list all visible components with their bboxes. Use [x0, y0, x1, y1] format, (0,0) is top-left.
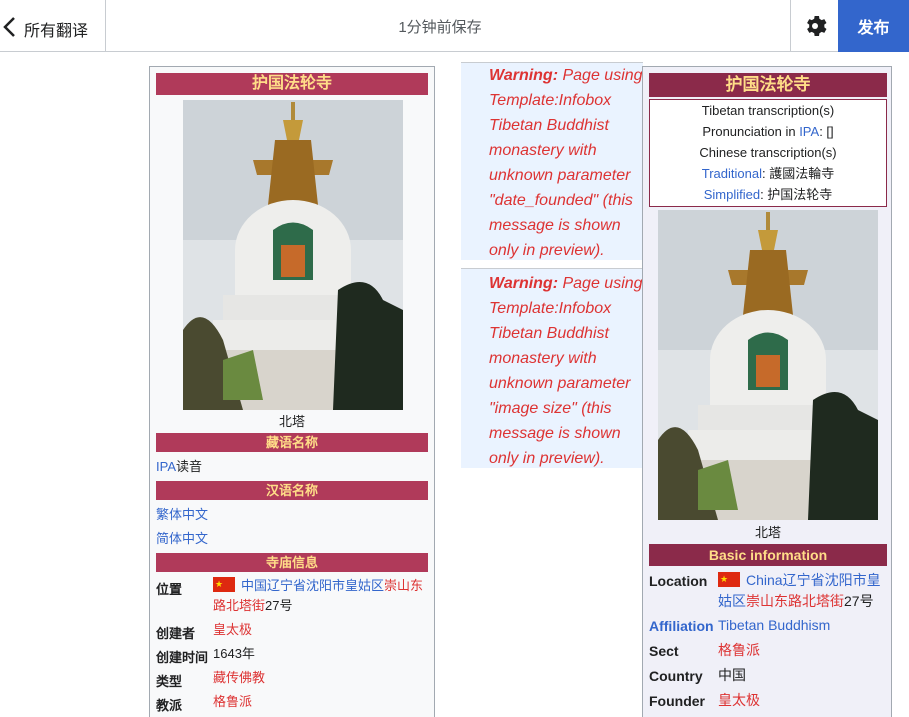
sect-link[interactable]: 格鲁派 [213, 692, 252, 712]
location-label: 位置 [156, 582, 183, 597]
pagoda-image[interactable] [658, 210, 878, 520]
founder-link[interactable]: 皇太极 [213, 620, 252, 640]
back-to-translations-button[interactable]: 所有翻译 [0, 0, 106, 52]
top-toolbar: 所有翻译 1分钟前保存 发布 [0, 0, 909, 52]
chevron-left-icon [3, 17, 15, 37]
type-link[interactable]: 藏传佛教 [213, 668, 265, 688]
traditional-link[interactable]: Traditional [702, 166, 762, 181]
location-red-link[interactable]: 崇山东路北塔街 [746, 593, 844, 609]
temple-info-header: 寺庙信息 [156, 553, 428, 572]
warning-box-image-size: Warning: Page using Template:Infobox Tib… [461, 268, 643, 468]
founder-link[interactable]: 皇太极 [718, 690, 760, 711]
basic-information-header: Basic information [649, 544, 887, 566]
sect-label: 教派 [156, 698, 183, 713]
traditional-value: : 護國法輪寺 [761, 166, 835, 181]
tibetan-name-header: 藏语名称 [156, 433, 428, 452]
warning-text: Warning: Page using Template:Infobox Tib… [489, 63, 649, 263]
warning-label: Warning: [489, 275, 559, 292]
pronunciation-suffix: : [] [819, 124, 834, 139]
traditional-row: Traditional: 護國法輪寺 [650, 163, 886, 184]
warning-message: Page using Template:Infobox Tibetan Budd… [489, 275, 643, 467]
transcriptions-box: Tibetan transcription(s) Pronunciation i… [649, 99, 887, 207]
chinese-transcription-heading: Chinese transcription(s) [699, 145, 837, 160]
location-value: 中国辽宁省沈阳市皇姑区崇山东路北塔街27号 [213, 574, 428, 616]
pronunciation-prefix: Pronunciation in [702, 124, 800, 139]
image-caption: 北塔 [278, 414, 305, 429]
ipa-link[interactable]: IPA [156, 459, 176, 474]
china-flag-icon [718, 569, 740, 590]
infobox-title: 护国法轮寺 [156, 73, 428, 95]
founded-label: 创建时间 [156, 650, 209, 665]
warning-text: Warning: Page using Template:Infobox Tib… [489, 271, 649, 471]
founder-label: Founder [649, 693, 705, 709]
founder-label: 创建者 [156, 626, 196, 641]
ipa-row: IPA读音 [156, 459, 202, 475]
founded-value: 1643年 [213, 646, 255, 661]
affiliation-label[interactable]: Affiliation [649, 618, 714, 634]
affiliation-link[interactable]: Tibetan Buddhism [718, 615, 830, 636]
location-label: Location [649, 573, 708, 589]
save-status: 1分钟前保存 [398, 19, 482, 36]
sect-link[interactable]: 格鲁派 [718, 640, 760, 661]
location-value: China辽宁省沈阳市皇姑区崇山东路北塔街27号 [718, 569, 888, 612]
location-suffix: 27号 [265, 598, 293, 613]
warning-message: Page using Template:Infobox Tibetan Budd… [489, 67, 643, 259]
type-label: 类型 [156, 674, 183, 689]
infobox-title: 护国法轮寺 [649, 73, 887, 97]
traditional-chinese-link[interactable]: 繁体中文 [156, 507, 208, 523]
simplified-link[interactable]: Simplified [704, 187, 760, 202]
publish-button[interactable]: 发布 [838, 0, 909, 52]
chinese-name-header: 汉语名称 [156, 481, 428, 500]
back-label: 所有翻译 [24, 23, 89, 40]
location-link[interactable]: 中国辽宁省沈阳市皇姑区 [241, 578, 384, 593]
pagoda-image[interactable] [183, 100, 403, 410]
pronunciation-row: Pronunciation in IPA: [] [650, 121, 886, 142]
location-suffix: 27号 [844, 593, 874, 609]
sect-label: Sect [649, 643, 679, 659]
country-value: 中国 [718, 667, 746, 683]
warning-label: Warning: [489, 67, 559, 84]
infobox-chinese: 护国法轮寺 北塔 藏语名称 IPA读音 汉语名称 繁体中文 简体中文 寺庙信息 … [149, 66, 435, 717]
warning-box-date-founded: Warning: Page using Template:Infobox Tib… [461, 62, 643, 260]
tibetan-transcription-heading: Tibetan transcription(s) [701, 103, 835, 118]
ipa-link[interactable]: IPA [799, 124, 819, 139]
image-caption: 北塔 [754, 525, 781, 540]
settings-button[interactable] [790, 0, 838, 52]
gear-icon [806, 16, 826, 36]
simplified-value: : 护国法轮寺 [760, 187, 833, 202]
china-flag-icon [213, 574, 235, 594]
ipa-suffix: 读音 [176, 459, 203, 474]
infobox-english: 护国法轮寺 Tibetan transcription(s) Pronuncia… [642, 66, 892, 717]
simplified-row: Simplified: 护国法轮寺 [650, 184, 886, 205]
simplified-chinese-link[interactable]: 简体中文 [156, 531, 208, 547]
country-label: Country [649, 668, 703, 684]
